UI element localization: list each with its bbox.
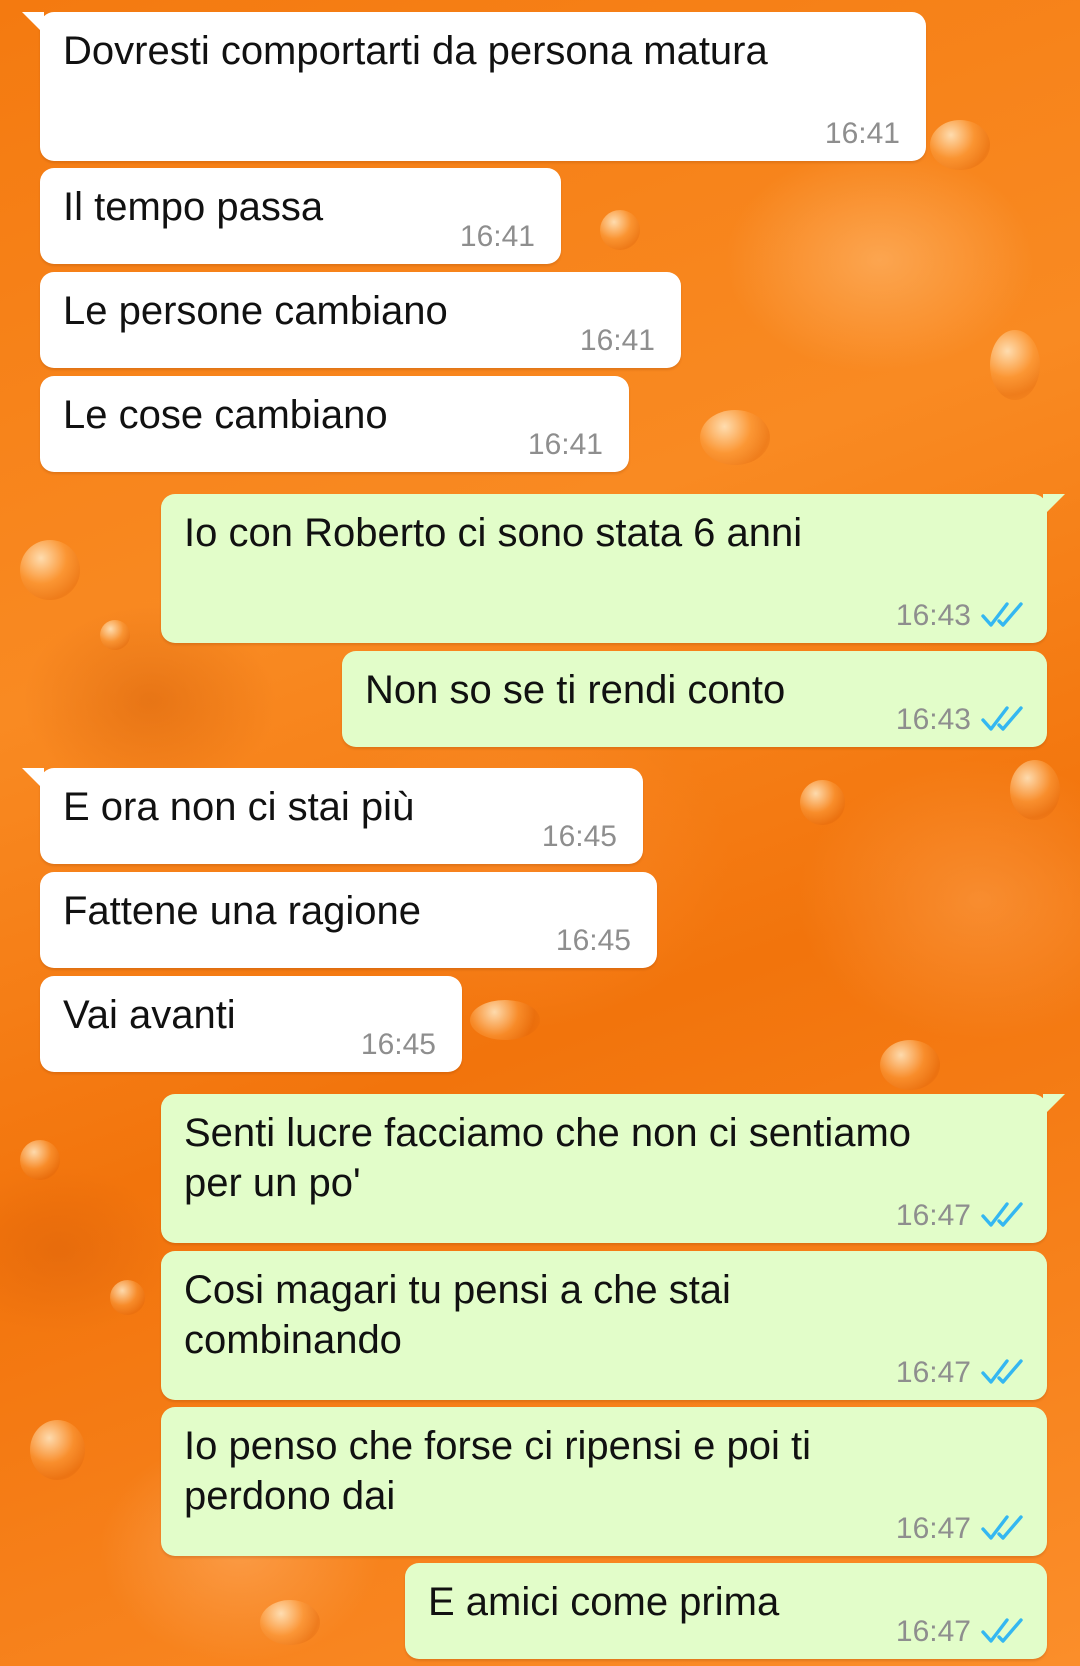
message-outgoing[interactable]: Io penso che forse ci ripensi e poi ti p… <box>161 1407 1047 1556</box>
message-timestamp: 16:41 <box>824 117 900 150</box>
message-timestamp: 16:41 <box>527 428 603 461</box>
message-incoming[interactable]: Dovresti comportarti da persona matura 1… <box>22 12 926 161</box>
message-text: Io con Roberto ci sono stata 6 anni <box>184 511 803 555</box>
message-incoming[interactable]: Fattene una ragione 16:45 <box>40 872 657 968</box>
message-outgoing[interactable]: Senti lucre facciamo che non ci sentiamo… <box>161 1094 1065 1243</box>
message-timestamp: 16:45 <box>360 1028 436 1061</box>
message-incoming[interactable]: Vai avanti 16:45 <box>40 976 462 1072</box>
message-text: Non so se ti rendi conto <box>365 668 786 712</box>
message-outgoing[interactable]: Non so se ti rendi conto 16:43 <box>342 651 1047 747</box>
message-timestamp: 16:43 <box>895 703 971 736</box>
message-timestamp: 16:47 <box>895 1356 971 1389</box>
message-text: Fattene una ragione <box>63 889 422 933</box>
message-timestamp: 16:45 <box>541 820 617 853</box>
message-text: Io penso che forse ci ripensi e poi ti p… <box>184 1424 812 1518</box>
read-double-check-icon <box>981 1359 1023 1384</box>
message-incoming[interactable]: Le cose cambiano 16:41 <box>40 376 629 472</box>
message-text: E amici come prima <box>428 1580 780 1624</box>
read-double-check-icon <box>981 1618 1023 1643</box>
message-timestamp: 16:47 <box>895 1199 971 1232</box>
read-double-check-icon <box>981 1515 1023 1540</box>
read-double-check-icon <box>981 1202 1023 1227</box>
message-incoming[interactable]: E ora non ci stai più 16:45 <box>22 768 643 864</box>
message-text: Vai avanti <box>63 993 236 1037</box>
message-timestamp: 16:45 <box>555 924 631 957</box>
message-timestamp: 16:41 <box>579 324 655 357</box>
message-outgoing[interactable]: Cosi magari tu pensi a che stai combinan… <box>161 1251 1047 1400</box>
message-timestamp: 16:41 <box>459 220 535 253</box>
message-text: Le cose cambiano <box>63 393 388 437</box>
message-text: Senti lucre facciamo che non ci sentiamo… <box>184 1111 912 1205</box>
read-double-check-icon <box>981 602 1023 627</box>
message-timestamp: 16:47 <box>895 1512 971 1545</box>
message-outgoing[interactable]: E amici come prima 16:47 <box>405 1563 1047 1659</box>
read-double-check-icon <box>981 706 1023 731</box>
message-outgoing[interactable]: Io con Roberto ci sono stata 6 anni 16:4… <box>161 494 1065 643</box>
message-timestamp: 16:43 <box>895 599 971 632</box>
message-text: E ora non ci stai più <box>63 785 415 829</box>
message-list: Dovresti comportarti da persona matura 1… <box>0 0 1080 1666</box>
message-text: Le persone cambiano <box>63 289 448 333</box>
message-incoming[interactable]: Le persone cambiano 16:41 <box>40 272 681 368</box>
message-timestamp: 16:47 <box>895 1615 971 1648</box>
message-text: Cosi magari tu pensi a che stai combinan… <box>184 1268 731 1362</box>
message-text: Dovresti comportarti da persona matura <box>63 29 768 73</box>
message-text: Il tempo passa <box>63 185 324 229</box>
message-incoming[interactable]: Il tempo passa 16:41 <box>40 168 561 264</box>
